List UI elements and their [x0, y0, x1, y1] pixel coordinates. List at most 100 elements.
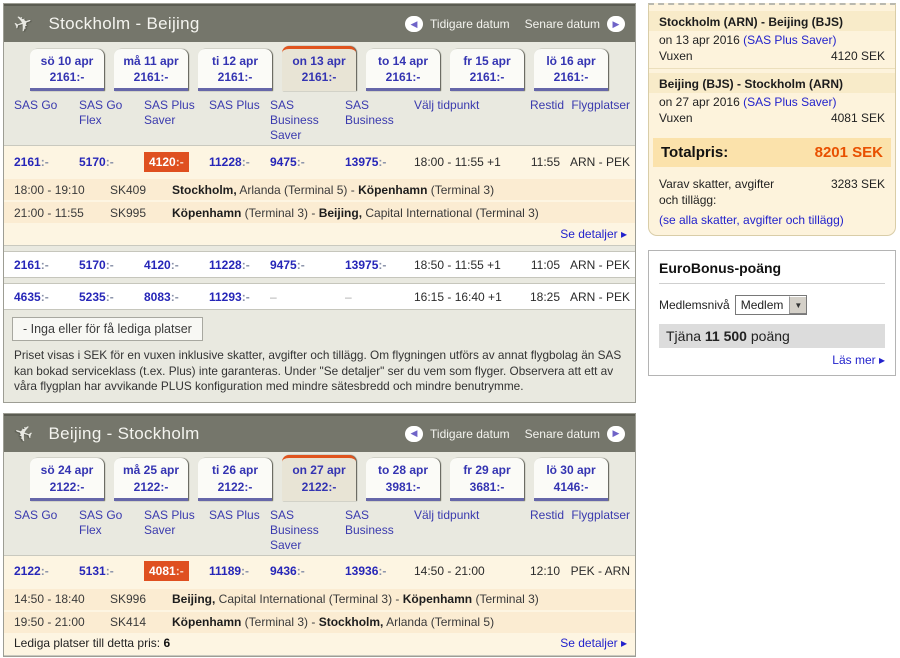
total-price-value: 8201 SEK	[815, 144, 883, 161]
availability-legend: - Inga eller för få lediga platser	[12, 317, 203, 341]
flight-number: SK996	[110, 592, 166, 606]
fare-price-row: 2161:- 5170:- 4120:- 11228:- 9475:- 1397…	[4, 146, 635, 177]
departure-time: 14:50 - 21:00	[414, 564, 512, 578]
fare-price[interactable]: 13975:-	[345, 155, 414, 169]
membership-level-row: Medlemsnivå Medlem ▼	[659, 295, 885, 315]
fare-price[interactable]: 9475:-	[270, 258, 345, 272]
fare-price[interactable]: 2161:-	[14, 155, 79, 169]
date-tab[interactable]: to 14 apr2161:-	[366, 49, 440, 91]
airports: PEK - ARN	[564, 564, 630, 578]
column-header: SAS Business Saver	[270, 98, 345, 143]
block-footer: Lediga platser till detta pris: 6 Se det…	[4, 633, 635, 655]
earlier-date-link[interactable]: Tidigare datum	[430, 17, 510, 31]
eurobonus-box: EuroBonus-poäng Medlemsnivå Medlem ▼ Tjä…	[648, 250, 896, 376]
next-date-button[interactable]: ▶	[607, 426, 625, 442]
fare-price-selected[interactable]: 4120:-	[144, 152, 189, 172]
fare-price-row: 2122:- 5131:- 4081:- 11189:- 9436:- 1393…	[4, 556, 635, 587]
fare-price[interactable]: 9436:-	[270, 564, 345, 578]
fare-price[interactable]: 13975:-	[345, 258, 414, 272]
booking-summary-column: Stockholm (ARN) - Beijing (BJS) on 13 ap…	[648, 3, 896, 658]
date-tab[interactable]: ti 12 apr2161:-	[198, 49, 272, 91]
date-tab[interactable]: sö 10 apr2161:-	[30, 49, 104, 91]
column-header: SAS Business Saver	[270, 508, 345, 553]
fare-price[interactable]: 9475:-	[270, 155, 345, 169]
earlier-date-link[interactable]: Tidigare datum	[430, 427, 510, 441]
leg-price: 4081 SEK	[831, 111, 885, 125]
date-tab-selected[interactable]: on 13 apr2161:-	[282, 46, 356, 91]
column-header: Restid	[512, 508, 564, 523]
fare-price[interactable]: 2161:-	[14, 258, 79, 272]
column-header: Välj tidpunkt	[414, 98, 512, 113]
fare-column-headers: SAS Go SAS Go Flex SAS Plus Saver SAS Pl…	[4, 91, 635, 145]
flight-segment: 18:00 - 19:10 SK409 Stockholm, Arlanda (…	[4, 177, 635, 200]
return-route-title: Beijing - Stockholm	[48, 424, 199, 444]
fare-price-selected[interactable]: 4081:-	[144, 561, 189, 581]
see-all-taxes-link[interactable]: (se alla skatter, avgifter och tillägg)	[649, 210, 895, 227]
eurobonus-title: EuroBonus-poäng	[659, 260, 885, 284]
see-details-link[interactable]: Se detaljer ▸	[560, 636, 627, 650]
previous-date-button[interactable]: ◀	[405, 16, 423, 32]
flight-number: SK409	[110, 183, 166, 197]
details-arrow-icon: ▸	[879, 353, 885, 367]
column-header: SAS Plus Saver	[144, 508, 209, 538]
membership-level-select[interactable]: Medlem ▼	[735, 295, 808, 315]
fare-price[interactable]: 11228:-	[209, 258, 270, 272]
later-date-link[interactable]: Senare datum	[525, 427, 600, 441]
date-tab[interactable]: må 11 apr2161:-	[114, 49, 188, 91]
flight-number: SK414	[110, 615, 166, 629]
fare-price[interactable]: 5131:-	[79, 564, 144, 578]
leg-price: 4120 SEK	[831, 49, 885, 63]
fare-unavailable: –	[270, 290, 345, 304]
taxes-label: Varav skatter, avgifteroch tillägg:	[659, 177, 774, 208]
date-tab-selected[interactable]: on 27 apr2122:-	[282, 455, 356, 500]
fare-price[interactable]: 5235:-	[79, 290, 144, 304]
date-tab[interactable]: sö 24 apr2122:-	[30, 458, 104, 500]
details-arrow-icon: ▸	[621, 636, 627, 650]
segment-time: 19:50 - 21:00	[14, 615, 104, 629]
date-tab[interactable]: lö 30 apr4146:-	[534, 458, 608, 500]
outbound-date-tabs: sö 10 apr2161:- må 11 apr2161:- ti 12 ap…	[4, 42, 635, 91]
column-header: SAS Plus	[209, 508, 270, 523]
leg-route: Stockholm (ARN) - Beijing (BJS)	[649, 11, 895, 31]
fare-price[interactable]: 13936:-	[345, 564, 414, 578]
segment-route: Stockholm, Arlanda (Terminal 5) - Köpenh…	[172, 183, 627, 197]
column-header: Flygplatser	[564, 98, 630, 113]
fare-class-link[interactable]: (SAS Plus Saver)	[743, 95, 836, 109]
see-details-link[interactable]: Se detaljer ▸	[560, 227, 627, 241]
segment-route: Beijing, Capital International (Terminal…	[172, 592, 627, 606]
date-tab[interactable]: ti 26 apr2122:-	[198, 458, 272, 500]
column-header: Restid	[512, 98, 564, 113]
fare-price[interactable]: 8083:-	[144, 290, 209, 304]
date-tab[interactable]: to 28 apr3981:-	[366, 458, 440, 500]
fare-price[interactable]: 4635:-	[14, 290, 79, 304]
fare-price[interactable]: 5170:-	[79, 155, 144, 169]
next-date-button[interactable]: ▶	[607, 16, 625, 32]
column-header: SAS Plus Saver	[144, 98, 209, 128]
flight-segment: 19:50 - 21:00 SK414 Köpenhamn (Terminal …	[4, 610, 635, 633]
date-tab[interactable]: fr 15 apr2161:-	[450, 49, 524, 91]
date-tab[interactable]: lö 16 apr2161:-	[534, 49, 608, 91]
segment-time: 21:00 - 11:55	[14, 206, 104, 220]
column-header: Flygplatser	[564, 508, 630, 523]
fare-price[interactable]: 4120:-	[144, 258, 209, 272]
fare-price[interactable]: 5170:-	[79, 258, 144, 272]
fare-price-row: 4635:- 5235:- 8083:- 11293:- – – 16:15 -…	[4, 283, 635, 310]
outbound-panel: ✈ Stockholm - Beijing ◀ Tidigare datum S…	[3, 3, 636, 403]
read-more-link[interactable]: Läs mer ▸	[659, 348, 885, 367]
fare-price[interactable]: 11189:-	[209, 564, 270, 578]
fare-class-link[interactable]: (SAS Plus Saver)	[743, 33, 836, 47]
previous-date-button[interactable]: ◀	[405, 426, 423, 442]
date-tab[interactable]: må 25 apr2122:-	[114, 458, 188, 500]
fare-price[interactable]: 2122:-	[14, 564, 79, 578]
later-date-link[interactable]: Senare datum	[525, 17, 600, 31]
departure-time: 18:00 - 11:55 +1	[414, 155, 512, 169]
fare-price[interactable]: 11293:-	[209, 290, 270, 304]
fare-price[interactable]: 11228:-	[209, 155, 270, 169]
date-navigation: ◀ Tidigare datum Senare datum ▶	[405, 16, 625, 32]
chevron-right-icon: ▶	[613, 429, 620, 438]
selected-flight-block: 2122:- 5131:- 4081:- 11189:- 9436:- 1393…	[4, 555, 635, 656]
column-header: SAS Plus	[209, 98, 270, 113]
date-tab[interactable]: fr 29 apr3681:-	[450, 458, 524, 500]
airports: ARN - PEK	[564, 290, 630, 304]
departure-time: 16:15 - 16:40 +1	[414, 290, 512, 304]
